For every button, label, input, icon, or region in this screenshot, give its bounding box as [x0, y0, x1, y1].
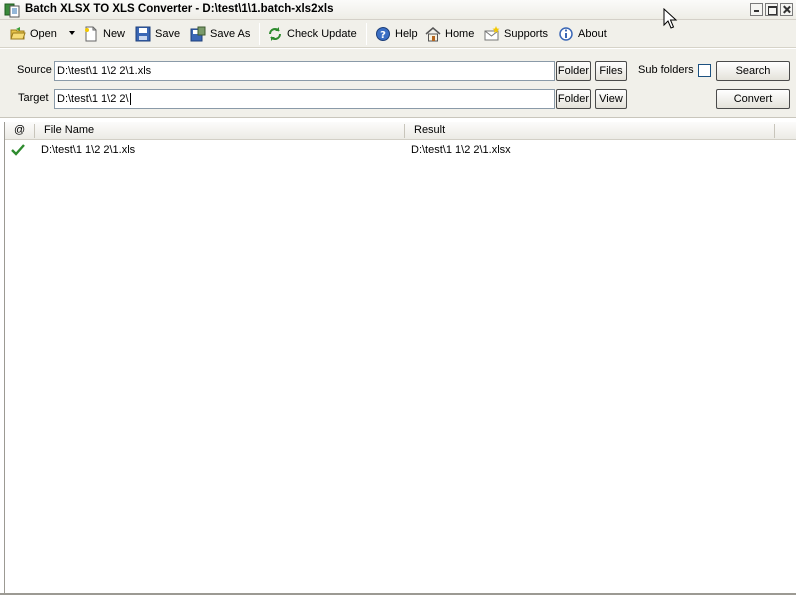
svg-text:?: ?	[380, 30, 386, 41]
target-path-value: D:\test\1 1\2 2\	[57, 93, 129, 105]
column-divider[interactable]	[404, 124, 405, 138]
toolbar-separator	[366, 23, 367, 45]
column-status-header[interactable]: @	[14, 124, 25, 136]
open-label: Open	[30, 28, 57, 40]
save-label: Save	[155, 28, 181, 40]
save-as-label: Save As	[210, 28, 251, 40]
refresh-update-icon	[269, 27, 281, 41]
text-caret	[129, 93, 131, 106]
supports-label: Supports	[504, 28, 549, 40]
source-files-button[interactable]: Files	[595, 61, 627, 81]
supports-star-icon	[484, 26, 500, 41]
column-result-header[interactable]: Result	[414, 124, 445, 136]
new-button[interactable]: New	[83, 25, 125, 43]
toolbar-separator	[259, 23, 260, 45]
open-dropdown-arrow-icon[interactable]	[69, 31, 75, 35]
column-divider[interactable]	[34, 124, 35, 138]
target-label: Target	[18, 92, 49, 104]
target-view-button[interactable]: View	[595, 89, 627, 109]
about-button[interactable]: About	[558, 25, 607, 43]
grid-header: @ File Name Result	[5, 122, 796, 140]
target-folder-button[interactable]: Folder	[556, 89, 591, 109]
about-info-icon	[559, 27, 573, 41]
row-file-name: D:\test\1 1\2 2\1.xls	[41, 144, 136, 156]
source-label: Source	[17, 64, 52, 76]
new-document-icon	[85, 26, 97, 42]
source-path-input[interactable]: D:\test\1 1\2 2\1.xls	[54, 61, 555, 81]
source-path-value: D:\test\1 1\2 2\1.xls	[57, 65, 152, 77]
table-row[interactable]: D:\test\1 1\2 2\1.xls D:\test\1 1\2 2\1.…	[5, 142, 795, 160]
new-label: New	[103, 28, 126, 40]
window-title: Batch XLSX TO XLS Converter - D:\test\1\…	[25, 3, 334, 15]
subfolders-label: Sub folders	[638, 64, 694, 76]
column-file-name-header[interactable]: File Name	[44, 124, 94, 136]
help-button[interactable]: ? Help	[375, 25, 418, 43]
maximize-button[interactable]	[765, 3, 778, 16]
row-result: D:\test\1 1\2 2\1.xlsx	[411, 144, 511, 156]
mouse-pointer-icon	[663, 8, 678, 29]
home-label: Home	[445, 28, 475, 40]
success-check-icon	[11, 144, 25, 156]
close-button[interactable]	[780, 3, 793, 16]
save-disk-icon	[135, 26, 151, 42]
open-folder-icon	[10, 27, 26, 40]
home-house-icon	[425, 27, 441, 42]
check-update-label: Check Update	[287, 28, 357, 40]
convert-button[interactable]: Convert	[716, 89, 790, 109]
target-path-input[interactable]: D:\test\1 1\2 2\	[54, 89, 555, 109]
home-button[interactable]: Home	[425, 25, 474, 43]
save-as-button[interactable]: Save As	[190, 25, 250, 43]
minimize-button[interactable]	[750, 3, 763, 16]
help-question-icon: ?	[376, 27, 390, 41]
subfolders-checkbox[interactable]	[698, 64, 711, 77]
save-as-icon	[190, 26, 206, 42]
column-divider[interactable]	[774, 124, 775, 138]
help-label: Help	[395, 28, 418, 40]
source-folder-button[interactable]: Folder	[556, 61, 591, 81]
save-button[interactable]: Save	[135, 25, 180, 43]
open-button[interactable]: Open	[10, 25, 57, 43]
app-icon	[4, 3, 20, 18]
about-label: About	[578, 28, 607, 40]
search-button[interactable]: Search	[716, 61, 790, 81]
check-update-button[interactable]: Check Update	[267, 25, 357, 43]
file-list-grid[interactable]: @ File Name Result D:\test\1 1\2 2\1.xls…	[4, 122, 796, 595]
supports-button[interactable]: Supports	[484, 25, 548, 43]
